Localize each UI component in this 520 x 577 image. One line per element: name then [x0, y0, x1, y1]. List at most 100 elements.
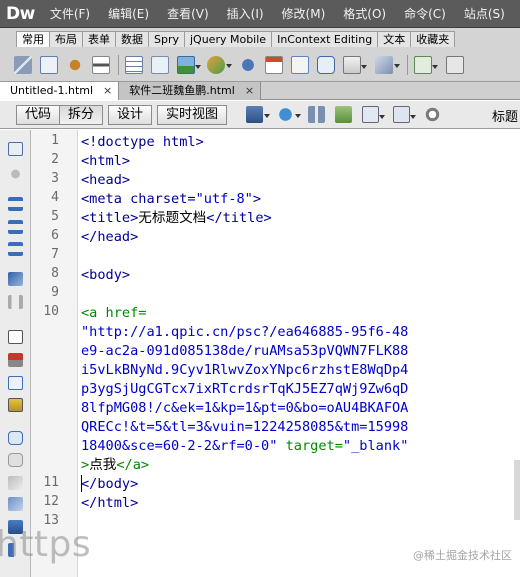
file-management-icon[interactable]	[308, 106, 326, 123]
menu-file[interactable]: 文件(F)	[50, 5, 90, 22]
insert-tab-spry[interactable]: Spry	[148, 31, 185, 47]
vertical-scrollbar[interactable]	[514, 460, 520, 520]
text-cursor	[81, 475, 82, 492]
menu-edit[interactable]: 编辑(E)	[108, 5, 149, 22]
wrap-tag-icon[interactable]	[8, 476, 23, 490]
tag-chooser-icon[interactable]	[446, 56, 464, 74]
code-editor[interactable]: <!doctype html> <html> <head> <meta char…	[81, 130, 520, 577]
email-link-icon[interactable]	[40, 56, 58, 74]
open-documents-icon[interactable]	[8, 142, 23, 156]
design-view-button[interactable]: 设计	[108, 104, 153, 125]
server-side-include-icon[interactable]	[291, 56, 309, 74]
date-icon[interactable]	[265, 56, 283, 74]
table-icon[interactable]	[125, 56, 143, 74]
remove-comment-icon[interactable]	[8, 453, 23, 467]
code-anchor-tag: <a href=	[81, 305, 147, 321]
code-view-button[interactable]: 代码	[16, 104, 61, 125]
recent-snippets-icon[interactable]	[8, 497, 23, 511]
live-view-button[interactable]: 实时视图	[157, 104, 228, 125]
code-line: QRECc!&t=5&tl=3&vuin=1224258085&tm=15998	[81, 418, 408, 437]
refresh-design-view-icon[interactable]	[424, 106, 442, 123]
line-number: 5	[51, 209, 59, 224]
insert-tab-text[interactable]: 文本	[377, 31, 412, 47]
close-icon[interactable]: ×	[245, 83, 254, 99]
line-number: 1	[51, 133, 59, 148]
dreamweaver-logo: Dw	[6, 3, 35, 24]
comment-icon[interactable]	[317, 56, 335, 74]
insert-tab-layout[interactable]: 布局	[49, 31, 83, 47]
doc-tab-ruanjian[interactable]: 软件二班魏鱼鹏.html ×	[119, 82, 262, 100]
head-icon[interactable]	[343, 56, 367, 74]
doc-tab-untitled-1[interactable]: Untitled-1.html ×	[0, 82, 120, 100]
hyperlink-icon[interactable]	[14, 56, 32, 74]
syntax-coloring-icon[interactable]	[8, 398, 23, 412]
code-url: 8lfpMG08!/c&ek=1&kp=1&pt=0&bo=oAU4BKAFOA	[81, 400, 409, 416]
menu-view[interactable]: 查看(V)	[167, 5, 209, 22]
menu-format[interactable]: 格式(O)	[343, 5, 386, 22]
insert-tab-favorites[interactable]: 收藏夹	[410, 31, 456, 47]
insert-tab-incontext-editing[interactable]: InContext Editing	[271, 31, 379, 47]
toolbar-separator	[407, 55, 408, 75]
code-tag: <title>	[81, 210, 139, 226]
image-icon[interactable]	[177, 56, 201, 74]
balance-braces-icon[interactable]	[8, 295, 23, 309]
close-icon[interactable]: ×	[103, 83, 112, 99]
coding-toolbar	[0, 130, 31, 577]
code-tag: </title>	[206, 210, 272, 226]
collapse-full-tag-icon[interactable]	[8, 197, 23, 211]
code-line: i5vLkBNyNd.9Cyv1RlwvZoxYNpc6rzhstE8WqDp4	[81, 361, 408, 380]
insert-tab-data[interactable]: 数据	[115, 31, 149, 47]
widget-icon[interactable]	[239, 56, 257, 74]
collapse-selection-icon[interactable]	[8, 220, 23, 234]
menu-insert[interactable]: 插入(I)	[227, 5, 264, 22]
code-line: 18400&sce=60-2-2&rf=0-0" target="_blank"	[81, 437, 408, 456]
line-number: 2	[51, 152, 59, 167]
preview-browser-icon[interactable]	[277, 106, 302, 123]
insert-tab-common[interactable]: 常用	[16, 31, 50, 47]
insert-tab-jquery-mobile[interactable]: jQuery Mobile	[184, 31, 273, 47]
script-icon[interactable]	[375, 56, 400, 74]
show-code-navigator-icon[interactable]	[8, 167, 23, 181]
title-label: 标题	[491, 110, 518, 125]
toolbar-separator	[118, 55, 119, 75]
horizontal-rule-icon[interactable]	[92, 56, 110, 74]
menu-commands[interactable]: 命令(C)	[404, 5, 446, 22]
browser-compatibility-icon[interactable]	[393, 106, 417, 123]
templates-icon[interactable]	[414, 56, 438, 74]
named-anchor-icon[interactable]	[66, 56, 84, 74]
line-numbers-icon[interactable]	[8, 330, 23, 344]
code-line: >点我</a>	[81, 456, 149, 475]
highlight-invalid-code-icon[interactable]	[8, 353, 23, 367]
w3c-validation-icon[interactable]	[335, 106, 353, 123]
split-view-button[interactable]: 拆分	[59, 104, 104, 125]
apply-comment-icon[interactable]	[8, 431, 23, 445]
code-tag: <body>	[81, 267, 131, 283]
code-tag: <!doctype html>	[81, 134, 204, 150]
code-url: QRECc!&t=5&tl=3&vuin=1224258085&tm=15998	[81, 419, 409, 435]
menu-modify[interactable]: 修改(M)	[282, 5, 326, 22]
code-attribute: target=	[277, 438, 343, 454]
line-number: 9	[51, 285, 59, 300]
word-wrap-icon[interactable]	[8, 376, 23, 390]
line-number: 7	[51, 247, 59, 262]
code-line: 8lfpMG08!/c&ek=1&kp=1&pt=0&bo=oAU4BKAFOA	[81, 399, 408, 418]
code-line: <!doctype html>	[81, 133, 204, 152]
code-text: 点我	[89, 457, 117, 473]
multiscreen-icon[interactable]	[246, 106, 271, 123]
document-toolbar: 代码 拆分 设计 实时视图 标题	[0, 101, 520, 129]
line-number: 4	[51, 190, 59, 205]
media-icon[interactable]	[207, 56, 232, 74]
expand-all-icon[interactable]	[8, 242, 23, 256]
select-parent-tag-icon[interactable]	[8, 272, 23, 286]
code-line: <title>无标题文档</title>	[81, 209, 272, 228]
code-line: <html>	[81, 152, 130, 171]
code-line: e9-ac2a-091d085138de/ruAMsa53pVQWN7FLK88	[81, 342, 408, 361]
doc-tab-label: 软件二班魏鱼鹏.html	[129, 84, 235, 97]
menu-site[interactable]: 站点(S)	[464, 5, 505, 22]
insert-tab-forms[interactable]: 表单	[82, 31, 116, 47]
code-line: <body>	[81, 266, 130, 285]
insert-div-icon[interactable]	[151, 56, 169, 74]
line-number-gutter: 1 2 3 4 5 6 7 8 9 10 11 12 13	[31, 130, 78, 577]
visual-aids-icon[interactable]	[362, 106, 386, 123]
code-tag: >	[252, 191, 262, 207]
